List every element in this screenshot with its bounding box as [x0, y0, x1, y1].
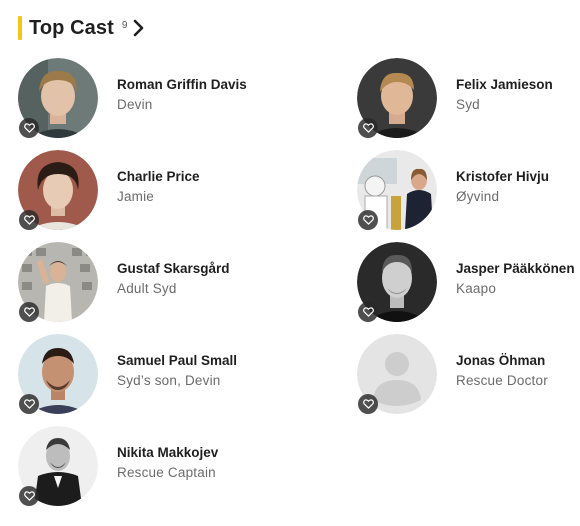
section-title: Top Cast — [29, 16, 114, 39]
cast-item: Charlie Price Jamie — [18, 150, 278, 230]
cast-role: Rescue Captain — [117, 465, 216, 480]
cast-role: Kaapo — [456, 281, 497, 296]
cast-item: Kristofer Hivju Øyvind — [357, 150, 580, 230]
cast-photo[interactable] — [18, 242, 98, 322]
cast-name[interactable]: Kristofer Hivju — [456, 169, 549, 184]
cast-role: Syd — [456, 97, 480, 112]
cast-role: Jamie — [117, 189, 155, 204]
cast-item: Jonas Öhman Rescue Doctor — [357, 334, 580, 414]
cast-photo[interactable] — [18, 58, 98, 138]
cast-item: Roman Griffin Davis Devin — [18, 58, 278, 138]
cast-item: Samuel Paul Small Syd’s son, Devin — [18, 334, 278, 414]
top-cast-header: Top Cast 9 — [18, 16, 146, 40]
favorite-heart-icon[interactable] — [358, 302, 378, 322]
cast-photo[interactable] — [357, 334, 437, 414]
cast-photo[interactable] — [357, 58, 437, 138]
cast-photo[interactable] — [18, 334, 98, 414]
cast-photo[interactable] — [357, 242, 437, 322]
favorite-heart-icon[interactable] — [358, 210, 378, 230]
cast-name[interactable]: Charlie Price — [117, 169, 200, 184]
cast-role: Syd’s son, Devin — [117, 373, 221, 388]
cast-name[interactable]: Samuel Paul Small — [117, 353, 237, 368]
cast-count: 9 — [121, 19, 128, 31]
favorite-heart-icon[interactable] — [19, 210, 39, 230]
chevron-right-icon[interactable] — [132, 19, 146, 37]
section-accent-bar — [18, 16, 22, 40]
cast-role: Devin — [117, 97, 153, 112]
cast-item: Felix Jamieson Syd — [357, 58, 580, 138]
favorite-heart-icon[interactable] — [358, 394, 378, 414]
cast-name[interactable]: Jonas Öhman — [456, 353, 545, 368]
cast-item: Gustaf Skarsgård Adult Syd — [18, 242, 278, 322]
cast-name[interactable]: Roman Griffin Davis — [117, 77, 247, 92]
cast-name[interactable]: Nikita Makkojev — [117, 445, 218, 460]
cast-item: Jasper Pääkkönen Kaapo — [357, 242, 580, 322]
favorite-heart-icon[interactable] — [19, 394, 39, 414]
cast-name[interactable]: Jasper Pääkkönen — [456, 261, 575, 276]
favorite-heart-icon[interactable] — [358, 118, 378, 138]
cast-role: Adult Syd — [117, 281, 177, 296]
favorite-heart-icon[interactable] — [19, 486, 39, 506]
cast-photo[interactable] — [18, 150, 98, 230]
cast-name[interactable]: Felix Jamieson — [456, 77, 553, 92]
cast-role: Rescue Doctor — [456, 373, 548, 388]
cast-name[interactable]: Gustaf Skarsgård — [117, 261, 230, 276]
cast-photo[interactable] — [357, 150, 437, 230]
favorite-heart-icon[interactable] — [19, 302, 39, 322]
cast-role: Øyvind — [456, 189, 500, 204]
cast-item: Nikita Makkojev Rescue Captain — [18, 426, 278, 506]
favorite-heart-icon[interactable] — [19, 118, 39, 138]
cast-photo[interactable] — [18, 426, 98, 506]
